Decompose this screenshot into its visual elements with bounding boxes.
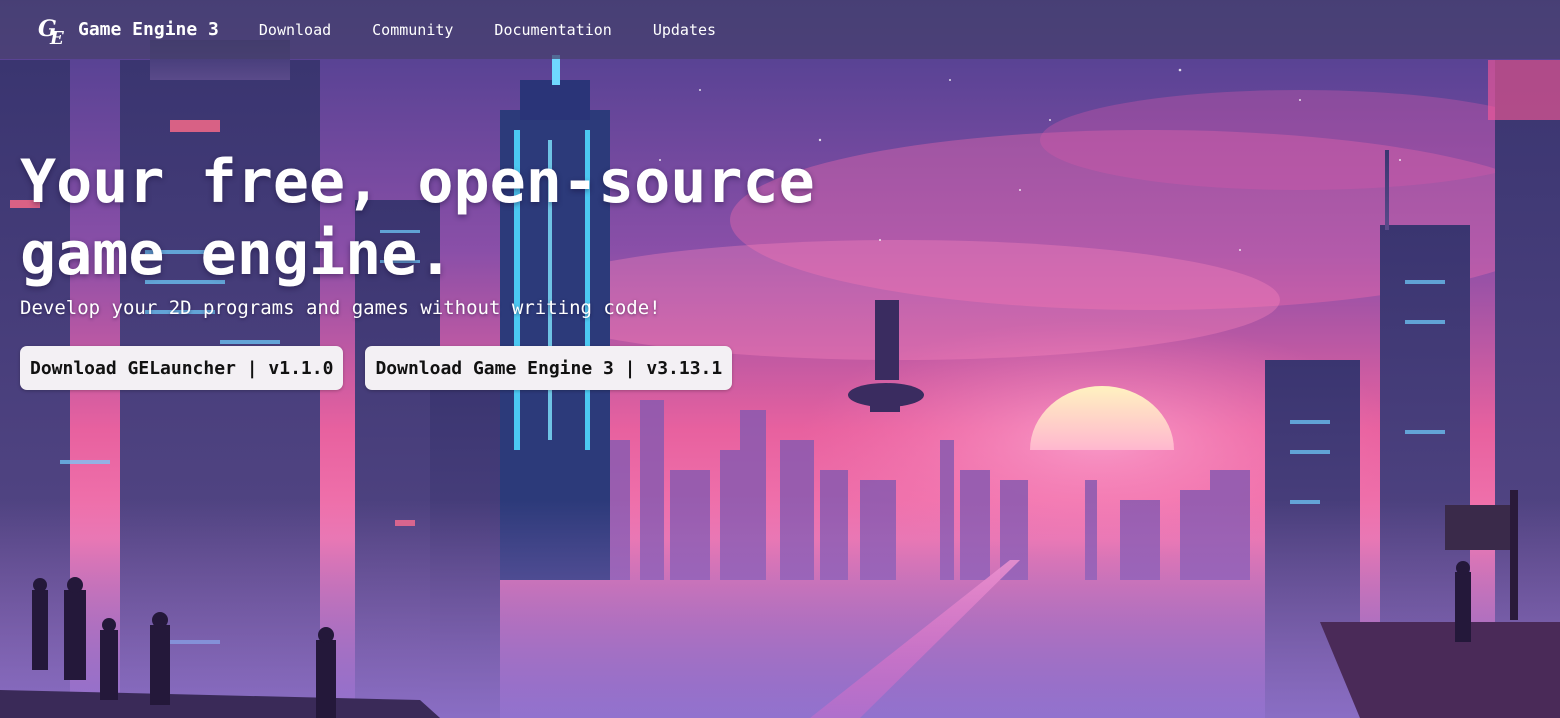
hero-title: Your free, open-source game engine. [20,147,815,289]
ge-logo-icon: G E [38,16,64,46]
hero-section: Your free, open-source game engine. Deve… [20,146,820,390]
brand-home-link[interactable]: G E Game Engine 3 [38,0,219,59]
page: G E Game Engine 3 Download Community Doc… [0,0,1560,718]
brand-name: Game Engine 3 [78,19,219,40]
nav-link-download[interactable]: Download [259,21,331,39]
download-gelauncher-button[interactable]: Download GELauncher | v1.1.0 [20,346,344,390]
nav-link-documentation[interactable]: Documentation [494,21,611,39]
top-navbar: G E Game Engine 3 Download Community Doc… [0,0,1560,59]
hero-buttons: Download GELauncher | v1.1.0 Download Ga… [20,346,820,390]
nav-links: Download Community Documentation Updates [259,21,716,39]
svg-text:E: E [49,28,64,46]
nav-link-updates[interactable]: Updates [653,21,716,39]
download-game-engine-button[interactable]: Download Game Engine 3 | v3.13.1 [365,346,733,390]
hero-subtitle: Develop your 2D programs and games witho… [20,297,661,319]
nav-link-community[interactable]: Community [372,21,453,39]
